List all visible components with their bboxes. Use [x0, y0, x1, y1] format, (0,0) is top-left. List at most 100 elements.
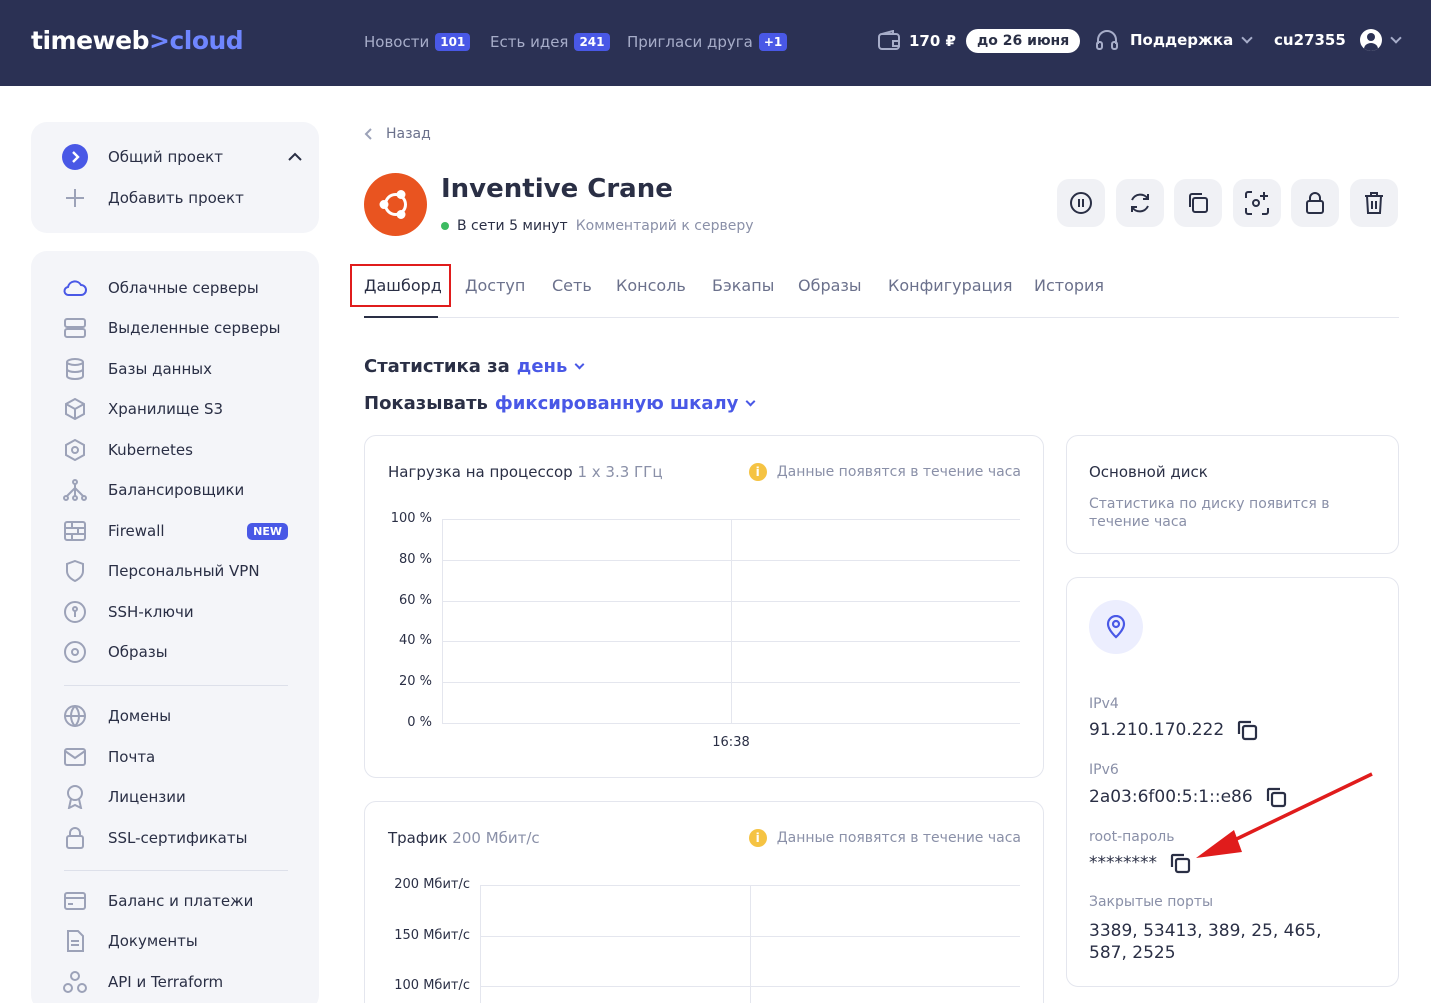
- chevron-down-icon[interactable]: [574, 359, 585, 370]
- tab-backups[interactable]: Бэкапы: [712, 276, 774, 295]
- scale-filter: Показывать фиксированную шкалу: [364, 393, 756, 414]
- chevron-down-icon: [1390, 32, 1402, 44]
- pause-button[interactable]: [1057, 179, 1105, 227]
- project-switcher: [31, 122, 319, 233]
- nav-invite[interactable]: Пригласи друга +1: [627, 33, 788, 51]
- grid-line-vertical: [750, 885, 751, 1003]
- cube-icon: [62, 396, 88, 422]
- license-icon: [62, 784, 88, 810]
- y-tick-label: 150 Мбит/с: [394, 927, 470, 943]
- sidebar-item-mail[interactable]: Почта: [31, 742, 291, 772]
- sidebar-item-ssh-keys[interactable]: SSH-ключи: [31, 597, 291, 627]
- sidebar-item-domains[interactable]: Домены: [31, 701, 291, 731]
- lock-icon: [1306, 192, 1324, 214]
- scale-label: Показывать: [364, 393, 488, 414]
- add-project-button[interactable]: Добавить проект: [31, 183, 291, 213]
- traffic-subtitle: 200 Мбит/с: [452, 829, 540, 847]
- project-current[interactable]: Общий проект: [31, 142, 302, 172]
- support-menu[interactable]: Поддержка: [1095, 29, 1253, 51]
- user-menu[interactable]: cu27355: [1274, 29, 1402, 51]
- balance-amount: 170 ₽: [909, 32, 956, 50]
- disk-title: Основной диск: [1089, 463, 1208, 481]
- stats-period-dropdown[interactable]: день: [517, 356, 568, 377]
- tab-history[interactable]: История: [1034, 276, 1104, 295]
- nav-idea[interactable]: Есть идея 241: [490, 33, 610, 51]
- lock-button[interactable]: [1291, 179, 1339, 227]
- tab-access[interactable]: Доступ: [465, 276, 525, 295]
- cpu-note-text: Данные появятся в течение часа: [776, 464, 1021, 480]
- sidebar-item-label: Лицензии: [108, 788, 186, 806]
- annotation-arrow-icon: [1196, 772, 1373, 858]
- sidebar-item-kubernetes[interactable]: Kubernetes: [31, 435, 291, 465]
- tab-images[interactable]: Образы: [798, 276, 862, 295]
- balance[interactable]: 170 ₽ до 26 июня: [877, 29, 1081, 53]
- sidebar-item-dedicated-servers[interactable]: Выделенные серверы: [31, 313, 291, 343]
- sidebar-item-images[interactable]: Образы: [31, 637, 291, 667]
- ipv4-row: 91.210.170.222: [1089, 719, 1258, 741]
- sidebar-item-firewall[interactable]: Firewall NEW: [31, 516, 291, 546]
- sidebar-item-label: Хранилище S3: [108, 400, 224, 418]
- copy-icon[interactable]: [1236, 719, 1258, 741]
- tab-configuration[interactable]: Конфигурация: [888, 276, 1012, 295]
- logo-sub: cloud: [169, 26, 244, 55]
- api-icon: [62, 969, 88, 995]
- sidebar-item-balancers[interactable]: Балансировщики: [31, 475, 291, 505]
- nav-idea-label: Есть идея: [490, 33, 569, 51]
- sidebar-item-label: SSH-ключи: [108, 603, 194, 621]
- headset-icon: [1096, 30, 1118, 50]
- tab-network[interactable]: Сеть: [552, 276, 592, 295]
- sidebar-item-databases[interactable]: Базы данных: [31, 354, 291, 384]
- ipv6-label: IPv6: [1089, 762, 1119, 778]
- sidebar-item-ssl[interactable]: SSL-сертификаты: [31, 823, 291, 853]
- mail-icon: [62, 744, 88, 770]
- ipv4-value: 91.210.170.222: [1089, 720, 1225, 740]
- sidebar-item-billing[interactable]: Баланс и платежи: [31, 886, 291, 916]
- firewall-icon: [62, 518, 88, 544]
- info-icon: i: [748, 463, 767, 481]
- chevron-up-icon[interactable]: [287, 152, 303, 162]
- nav-news[interactable]: Новости 101: [364, 33, 471, 51]
- root-password-label: root-пароль: [1089, 829, 1175, 845]
- logo[interactable]: timeweb>cloud: [31, 26, 244, 55]
- grid-line-vertical: [731, 519, 732, 723]
- sidebar-item-label: Почта: [108, 748, 156, 766]
- annotation-highlight-box: [350, 264, 451, 307]
- tab-bar: Дашборд Доступ Сеть Консоль Бэкапы Образ…: [364, 272, 1399, 318]
- snapshot-button[interactable]: [1233, 179, 1281, 227]
- avatar: [1359, 29, 1382, 51]
- sidebar-item-cloud-servers[interactable]: Облачные серверы: [31, 273, 291, 303]
- server-name: Inventive Crane: [441, 174, 673, 204]
- back-link[interactable]: Назад: [364, 126, 431, 142]
- copy-icon[interactable]: [1169, 852, 1191, 874]
- refresh-icon: [1131, 193, 1149, 213]
- sidebar-item-licenses[interactable]: Лицензии: [31, 782, 291, 812]
- reboot-button[interactable]: [1116, 179, 1164, 227]
- traffic-chart-panel: Трафик 200 Мбит/с i Данные появятся в те…: [364, 801, 1044, 1003]
- cpu-subtitle: 1 x 3.3 ГГц: [577, 463, 663, 481]
- sidebar-item-vpn[interactable]: Персональный VPN: [31, 556, 291, 586]
- lock-icon: [62, 825, 88, 851]
- support-label: Поддержка: [1130, 31, 1234, 49]
- trash-icon: [1365, 192, 1383, 214]
- server-comment-link[interactable]: Комментарий к серверу: [576, 218, 754, 234]
- tab-console[interactable]: Консоль: [616, 276, 686, 295]
- active-tab-indicator: [364, 316, 438, 318]
- y-tick-label: 80 %: [398, 551, 432, 567]
- sidebar-item-documents[interactable]: Документы: [31, 926, 291, 956]
- sidebar-item-label: Документы: [108, 932, 198, 950]
- sidebar-item-api[interactable]: API и Terraform: [31, 967, 291, 997]
- clone-button[interactable]: [1174, 179, 1222, 227]
- online-dot-icon: [441, 222, 449, 230]
- document-icon: [62, 928, 88, 954]
- sidebar-item-s3[interactable]: Хранилище S3: [31, 394, 291, 424]
- logo-sep: >: [148, 26, 170, 55]
- y-tick-label: 40 %: [398, 633, 432, 649]
- database-icon: [62, 356, 88, 382]
- chevron-down-icon[interactable]: [745, 396, 756, 407]
- grid-line: [442, 723, 1020, 724]
- cloud-icon: [62, 275, 88, 301]
- scale-dropdown[interactable]: фиксированную шкалу: [495, 393, 739, 414]
- nav-idea-badge: 241: [574, 33, 610, 51]
- delete-button[interactable]: [1350, 179, 1398, 227]
- sidebar-item-label: Образы: [108, 643, 168, 661]
